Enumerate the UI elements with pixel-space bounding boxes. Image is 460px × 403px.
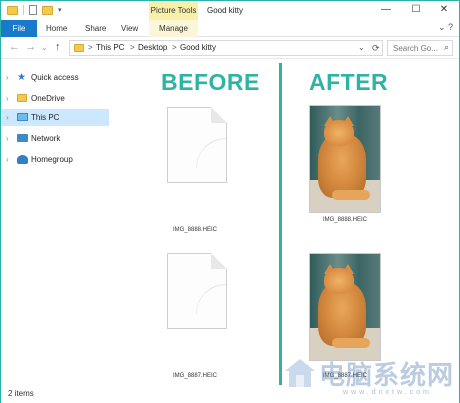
before-heading: BEFORE <box>161 69 260 95</box>
maximize-button[interactable]: ☐ <box>401 1 431 20</box>
file-item[interactable]: IMG_8888.HEIC <box>305 103 385 233</box>
homegroup-icon <box>17 155 28 164</box>
breadcrumb-separator: > <box>88 43 93 52</box>
tab-manage[interactable]: Manage <box>149 20 198 37</box>
blank-file-icon <box>167 107 227 183</box>
star-icon: ★ <box>17 72 26 83</box>
quick-access-toolbar: ▾ <box>7 5 62 15</box>
cat-head <box>324 268 354 294</box>
separator <box>23 5 24 15</box>
cat-photo-thumbnail <box>309 253 381 361</box>
explorer-window: ▾ Picture Tools Good kitty — ☐ ✕ File Ho… <box>0 0 460 403</box>
file-list-pane: BEFORE AFTER IMG_8888.HEIC IMG_8887.HEIC <box>109 59 459 385</box>
title-bar: ▾ Picture Tools Good kitty — ☐ ✕ <box>1 1 459 20</box>
tab-view[interactable]: View <box>121 20 138 37</box>
watermark-text: 电脑系统网 <box>319 361 455 391</box>
file-name: IMG_8888.HEIC <box>322 217 368 223</box>
back-arrow-icon[interactable]: ← <box>9 41 20 53</box>
window-title: Good kitty <box>207 6 244 15</box>
ribbon-help[interactable]: ⌄ ? <box>438 22 453 33</box>
cat-paws <box>332 338 370 348</box>
cat-paws <box>332 190 370 200</box>
new-folder-icon[interactable] <box>42 5 53 15</box>
watermark: 电脑系统网 www.dnxtw.com <box>283 353 460 401</box>
tab-home[interactable]: Home <box>46 20 67 37</box>
search-input[interactable]: Search Go... ⌕ <box>387 40 453 56</box>
file-item[interactable]: IMG_8888.HEIC <box>155 103 235 233</box>
nav-item-label: Network <box>31 134 61 143</box>
address-bar[interactable]: > This PC > Desktop > Good kitty ⌄ ⟳ <box>69 40 383 56</box>
address-dropdown-icon[interactable]: ⌄ <box>358 41 365 55</box>
tab-share[interactable]: Share <box>85 20 106 37</box>
ribbon-tabs: File Home Share View Manage ⌄ ? <box>1 20 459 37</box>
folder-icon <box>74 44 84 52</box>
nav-item-label: Quick access <box>31 73 79 82</box>
house-logo-icon <box>285 359 315 387</box>
network-icon <box>17 134 28 142</box>
address-row: ← → ⌄ ↑ > This PC > Desktop > Good kitty… <box>1 37 459 59</box>
after-heading: AFTER <box>309 69 389 95</box>
properties-icon[interactable] <box>29 5 37 15</box>
nav-item-onedrive[interactable]: › OneDrive <box>1 90 109 107</box>
recent-locations-icon[interactable]: ⌄ <box>41 43 48 52</box>
folder-icon <box>7 5 18 15</box>
watermark-url: www.dnxtw.com <box>343 389 432 396</box>
chevron-right-icon[interactable]: › <box>6 69 9 86</box>
nav-item-homegroup[interactable]: › Homegroup <box>1 151 109 168</box>
chevron-right-icon[interactable]: › <box>6 151 9 168</box>
page-decoration <box>196 284 226 314</box>
nav-item-this-pc[interactable]: › This PC <box>1 109 109 126</box>
refresh-icon[interactable]: ⟳ <box>372 41 380 55</box>
cat-head <box>324 120 354 146</box>
page-corner <box>211 107 227 123</box>
breadcrumb-this-pc[interactable]: This PC <box>96 41 124 55</box>
file-name: IMG_8887.HEIC <box>172 373 218 379</box>
close-button[interactable]: ✕ <box>429 1 459 20</box>
breadcrumb-separator: > <box>130 43 135 52</box>
page-decoration <box>196 138 226 168</box>
chevron-right-icon[interactable]: › <box>6 130 9 147</box>
breadcrumb-good-kitty[interactable]: Good kitty <box>180 41 216 55</box>
nav-item-label: Homegroup <box>31 155 73 164</box>
nav-item-quick-access[interactable]: › ★ Quick access <box>1 69 109 86</box>
nav-item-label: OneDrive <box>31 94 65 103</box>
tab-file[interactable]: File <box>1 20 37 37</box>
minimize-button[interactable]: — <box>371 1 401 20</box>
search-placeholder: Search Go... <box>393 44 438 53</box>
folder-icon <box>17 94 27 102</box>
nav-item-network[interactable]: › Network <box>1 130 109 147</box>
blank-file-icon <box>167 253 227 329</box>
nav-item-label: This PC <box>31 113 60 122</box>
file-name: IMG_8888.HEIC <box>172 227 218 233</box>
cat-photo-thumbnail <box>309 105 381 213</box>
forward-arrow-icon[interactable]: → <box>25 41 36 53</box>
page-corner <box>211 253 227 269</box>
customize-toolbar-icon[interactable]: ▾ <box>58 6 62 14</box>
navigation-pane: › ★ Quick access › OneDrive › This PC › … <box>1 59 109 385</box>
chevron-right-icon[interactable]: › <box>6 109 9 126</box>
item-count: 2 items <box>8 389 34 398</box>
search-icon: ⌕ <box>443 42 449 52</box>
breadcrumb-desktop[interactable]: Desktop <box>138 41 167 55</box>
before-after-divider <box>279 63 282 385</box>
chevron-right-icon[interactable]: › <box>6 90 9 107</box>
breadcrumb-separator: > <box>172 43 177 52</box>
file-item[interactable]: IMG_8887.HEIC <box>155 249 235 379</box>
picture-tools-context-label: Picture Tools <box>149 1 198 20</box>
computer-icon <box>17 113 28 121</box>
up-arrow-icon[interactable]: ↑ <box>55 41 61 53</box>
